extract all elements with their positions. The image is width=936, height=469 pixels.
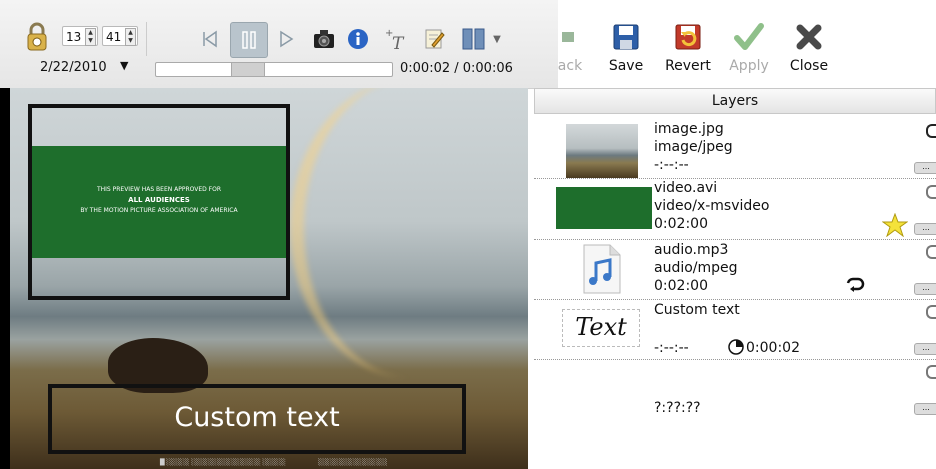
more-options-button[interactable]: ...	[914, 283, 936, 295]
video-thumbnail	[556, 187, 652, 229]
layer-duration: 0:02:00	[654, 216, 708, 232]
layer-type: image/jpeg	[654, 139, 733, 155]
layout-dropdown-button[interactable]: ▼	[456, 24, 506, 54]
seek-handle[interactable]	[231, 63, 265, 76]
layer-name: video.avi	[654, 180, 718, 196]
lock-icon[interactable]	[926, 365, 936, 379]
lock-icon[interactable]	[26, 22, 48, 52]
lock-icon[interactable]	[926, 185, 936, 199]
time-readout: 0:00:02 / 0:00:06	[400, 61, 513, 76]
snapshot-button[interactable]	[310, 24, 338, 54]
layer-name: Custom text	[654, 302, 740, 318]
spinner-arrows-icon[interactable]: ▲ ▼	[125, 28, 136, 46]
notepad-pencil-icon	[425, 29, 445, 49]
skip-back-button[interactable]	[196, 24, 224, 54]
close-icon	[796, 24, 822, 50]
layer-duration: -:--:--	[654, 340, 689, 356]
rainbow-graphic	[290, 88, 528, 378]
apply-label: Apply	[729, 58, 769, 74]
player-control-bar: 13 ▲ ▼ 41 ▲ ▼ + T ▼ 2/22/2010 ▼ 0:00:02 …	[0, 0, 558, 89]
pause-icon	[242, 31, 256, 49]
close-button[interactable]: Close	[786, 22, 832, 80]
spinner-arrows-icon[interactable]: ▲ ▼	[85, 28, 96, 46]
preview-canvas[interactable]: THIS PREVIEW HAS BEEN APPROVED FOR ALL A…	[0, 88, 528, 469]
revert-label: Revert	[665, 58, 711, 74]
back-label: ack	[557, 58, 583, 74]
columns-icon	[462, 28, 485, 50]
camera-icon	[314, 30, 334, 48]
layer-duration: 0:02:00	[654, 278, 708, 294]
lock-icon[interactable]	[926, 245, 936, 259]
hour-spinner[interactable]: 13 ▲ ▼	[62, 26, 98, 46]
save-icon	[613, 24, 639, 50]
seek-bar[interactable]	[155, 62, 393, 77]
more-options-button[interactable]: ...	[914, 223, 936, 235]
save-button[interactable]: Save	[604, 22, 648, 80]
layer-type: video/x-msvideo	[654, 198, 770, 214]
layer-row-video[interactable]: video.avi video/x-msvideo 0:02:00 ...	[534, 179, 936, 240]
date-value: 2/22/2010	[40, 60, 107, 75]
layer-row-empty[interactable]: ?:??:?? ...	[534, 359, 936, 419]
video-selection-box[interactable]	[28, 104, 290, 300]
text-thumbnail-label: Text	[575, 313, 627, 341]
layer-timer: 0:00:02	[746, 340, 800, 356]
edit-button[interactable]	[420, 24, 448, 54]
photo-credit: █ ░░░░░ ░░░░░░░░░░░░░░░ ░░░░░ ░░░░░░░░░░…	[160, 459, 388, 466]
layer-row-audio[interactable]: audio.mp3 audio/mpeg 0:02:00 ...	[534, 239, 936, 300]
play-icon	[280, 30, 294, 48]
apply-button[interactable]: Apply	[726, 22, 772, 80]
minute-value: 41	[106, 30, 122, 44]
text-selection-box[interactable]	[48, 384, 466, 454]
info-icon	[348, 29, 368, 49]
more-options-button[interactable]: ...	[914, 403, 936, 415]
revert-button[interactable]: Revert	[660, 22, 716, 80]
add-text-icon: + T	[385, 28, 405, 51]
layer-type: audio/mpeg	[654, 260, 738, 276]
layer-duration: ?:??:??	[654, 400, 701, 416]
layer-name: audio.mp3	[654, 242, 729, 258]
date-selector[interactable]: 2/22/2010 ▼	[40, 59, 128, 75]
layers-panel: Layers image.jpg image/jpeg -:--:-- ... …	[534, 88, 936, 469]
hour-value: 13	[66, 30, 82, 44]
more-options-button[interactable]: ...	[914, 162, 936, 174]
play-button[interactable]	[272, 24, 300, 54]
layers-header: Layers	[534, 88, 936, 114]
svg-text:T: T	[392, 34, 405, 51]
chevron-down-icon: ▼	[120, 59, 129, 72]
pause-button[interactable]	[230, 22, 268, 58]
audio-file-icon	[582, 243, 622, 295]
lock-icon[interactable]	[926, 124, 936, 138]
loop-icon[interactable]	[844, 277, 866, 297]
save-label: Save	[608, 58, 644, 74]
revert-icon	[675, 24, 701, 50]
text-thumbnail: Text	[562, 309, 640, 347]
chevron-down-icon: ▼	[493, 33, 501, 45]
layer-row-text[interactable]: Text Custom text -:--:-- 0:00:02 ...	[534, 299, 936, 360]
lock-icon[interactable]	[926, 305, 936, 319]
checkmark-icon	[734, 23, 764, 50]
timer-icon	[728, 339, 744, 359]
star-icon[interactable]	[881, 212, 909, 241]
layer-row-image[interactable]: image.jpg image/jpeg -:--:-- ...	[534, 118, 936, 179]
info-button[interactable]	[344, 24, 372, 54]
layer-name: image.jpg	[654, 121, 724, 137]
back-arrow-icon	[562, 32, 574, 42]
layer-duration: -:--:--	[654, 157, 689, 173]
back-button[interactable]: ack	[555, 22, 585, 80]
more-options-button[interactable]: ...	[914, 343, 936, 355]
image-thumbnail	[566, 124, 638, 178]
skip-back-icon	[203, 30, 217, 48]
toolbar-divider	[146, 22, 147, 56]
close-label: Close	[789, 58, 829, 74]
add-text-button[interactable]: + T	[382, 24, 410, 54]
minute-spinner[interactable]: 41 ▲ ▼	[102, 26, 138, 46]
